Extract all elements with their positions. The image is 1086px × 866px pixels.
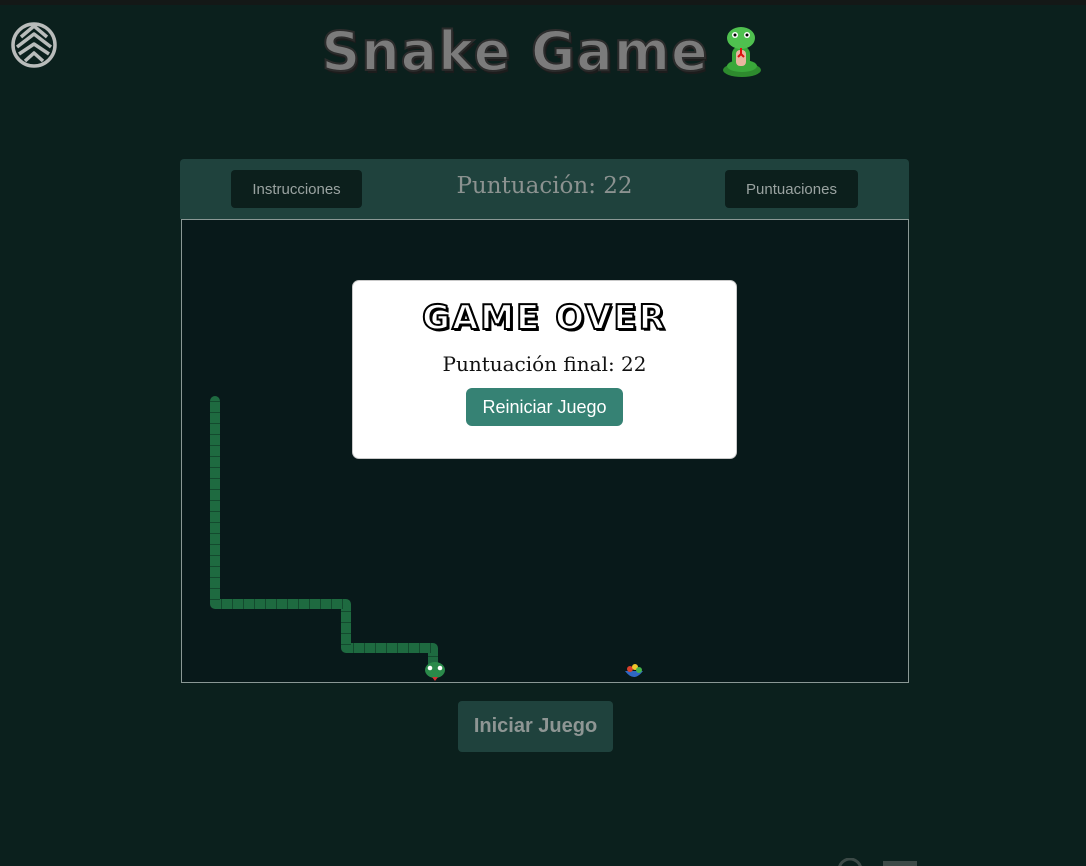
- page-title: Snake Game: [320, 19, 709, 84]
- food-bowl-icon: [625, 664, 643, 677]
- corner-icons: [838, 858, 917, 866]
- title-bar: Snake Game: [0, 16, 1086, 86]
- game-toolbar: Instrucciones Puntuación: 22 Puntuacione…: [180, 159, 909, 219]
- snake-head: [425, 662, 445, 681]
- game-over-modal: GAME OVER Puntuación final: 22 Reiniciar…: [352, 280, 737, 459]
- start-game-button[interactable]: Iniciar Juego: [458, 701, 613, 752]
- scores-button[interactable]: Puntuaciones: [725, 170, 858, 208]
- restart-button[interactable]: Reiniciar Juego: [466, 388, 623, 426]
- final-score: Puntuación final: 22: [442, 352, 647, 376]
- top-strip: [0, 0, 1086, 5]
- snake-emoji-icon: [722, 27, 761, 77]
- game-over-title: GAME OVER: [421, 297, 667, 339]
